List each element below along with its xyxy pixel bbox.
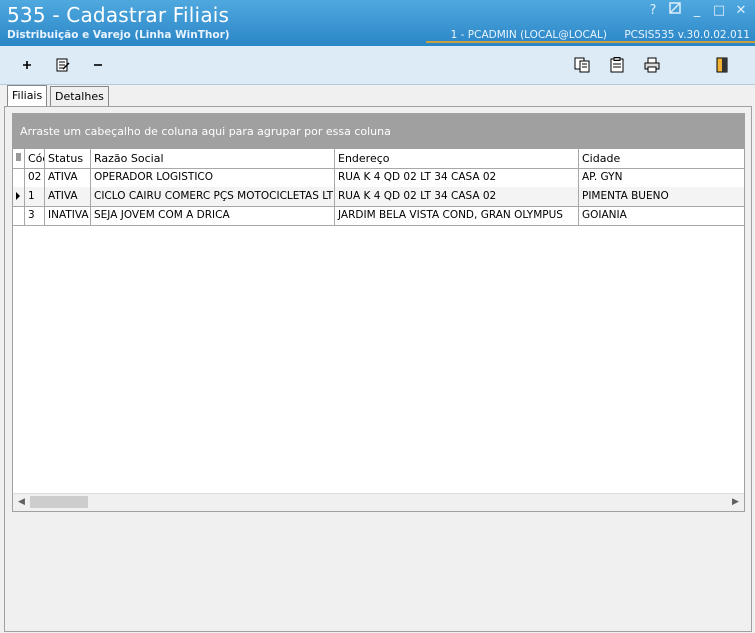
window-title: 535 - Cadastrar Filiais (7, 3, 230, 27)
cell-cidade: AP. GYN (582, 171, 623, 183)
exit-button[interactable] (713, 56, 731, 74)
table-row[interactable]: 1 ATIVA CICLO CAIRU COMERC PÇS MOTOCICLE… (13, 187, 744, 207)
print-button[interactable] (643, 56, 661, 74)
maximize-button[interactable]: □ (711, 2, 727, 20)
clipboard-icon (610, 57, 624, 73)
cell-razao-social: OPERADOR LOGISTICO (91, 168, 335, 187)
clipboard-button[interactable] (608, 56, 626, 74)
window-controls: ? _ □ ✕ (645, 2, 749, 20)
table-row[interactable]: 02 ATIVA OPERADOR LOGISTICO RUA K 4 QD 0… (13, 168, 744, 188)
column-header-status[interactable]: Status (45, 149, 91, 168)
plus-icon (23, 61, 31, 69)
remove-button[interactable] (89, 56, 107, 74)
column-header-cod[interactable]: Cód (25, 149, 45, 168)
restore-icon[interactable] (667, 2, 683, 20)
cell-status: ATIVA (45, 187, 91, 206)
tab-filiais[interactable]: Filiais (7, 85, 48, 107)
column-chooser-icon[interactable] (13, 149, 25, 168)
scroll-right-icon[interactable]: ▶ (727, 494, 744, 511)
cell-razao-social: SEJA JOVEM COM A DRICA (91, 206, 335, 225)
cell-cod: 02 (25, 168, 45, 187)
accent-line (426, 41, 755, 43)
help-button[interactable]: ? (645, 2, 661, 20)
grid-header: Cód Status Razão Social Endereço Cidade (13, 149, 744, 169)
cell-endereco: RUA K 4 QD 02 LT 34 CASA 02 (335, 187, 579, 206)
close-button[interactable]: ✕ (733, 2, 749, 20)
cell-cod: 3 (25, 206, 45, 225)
copy-button[interactable] (573, 56, 591, 74)
tab-strip: Filiais Detalhes (4, 85, 752, 107)
window-subtitle: Distribuição e Varejo (Linha WinThor) (7, 29, 230, 41)
table-row[interactable]: 3 INATIVA SEJA JOVEM COM A DRICA JARDIM … (13, 206, 744, 226)
cell-cidade: PIMENTA BUENO (582, 190, 669, 202)
row-indicator (13, 206, 25, 225)
cell-cidade: GOIANIA (582, 209, 627, 221)
column-header-razao-social[interactable]: Razão Social (91, 149, 335, 168)
cell-cod: 1 (25, 187, 45, 206)
row-indicator (13, 168, 25, 187)
program-version: PCSIS535 v.30.0.02.011 (624, 29, 750, 41)
cell-endereco: JARDIM BELA VISTA COND, GRAN OLYMPUS (335, 206, 579, 225)
current-row-arrow-icon (13, 187, 25, 206)
minus-icon (94, 64, 102, 66)
system-info: 1 - PCADMIN (LOCAL@LOCAL) PCSIS535 v.30.… (437, 29, 750, 41)
add-button[interactable] (18, 56, 36, 74)
copy-icon (574, 57, 590, 73)
toolbar (0, 46, 755, 85)
cell-endereco: RUA K 4 QD 02 LT 34 CASA 02 (335, 168, 579, 187)
edit-document-icon (56, 58, 70, 72)
edit-button[interactable] (53, 56, 71, 74)
column-header-cidade[interactable]: Cidade (579, 149, 744, 168)
session-info: 1 - PCADMIN (LOCAL@LOCAL) (450, 29, 607, 41)
tab-detalhes[interactable]: Detalhes (50, 86, 109, 106)
branches-grid: Cód Status Razão Social Endereço Cidade … (12, 148, 745, 512)
minimize-button[interactable]: _ (689, 2, 705, 20)
cell-status: INATIVA (45, 206, 91, 225)
title-bar: 535 - Cadastrar Filiais Distribuição e V… (0, 0, 755, 46)
cell-status: ATIVA (45, 168, 91, 187)
filiais-panel: Arraste um cabeçalho de coluna aqui para… (4, 106, 752, 632)
column-header-endereco[interactable]: Endereço (335, 149, 579, 168)
horizontal-scrollbar[interactable]: ◀ ▶ (13, 493, 744, 511)
scroll-left-icon[interactable]: ◀ (13, 494, 30, 511)
scrollbar-thumb[interactable] (30, 496, 88, 508)
printer-icon (644, 57, 660, 73)
group-by-area[interactable]: Arraste um cabeçalho de coluna aqui para… (12, 113, 745, 148)
cell-razao-social: CICLO CAIRU COMERC PÇS MOTOCICLETAS LTDA (91, 187, 335, 206)
exit-door-icon (716, 57, 728, 73)
